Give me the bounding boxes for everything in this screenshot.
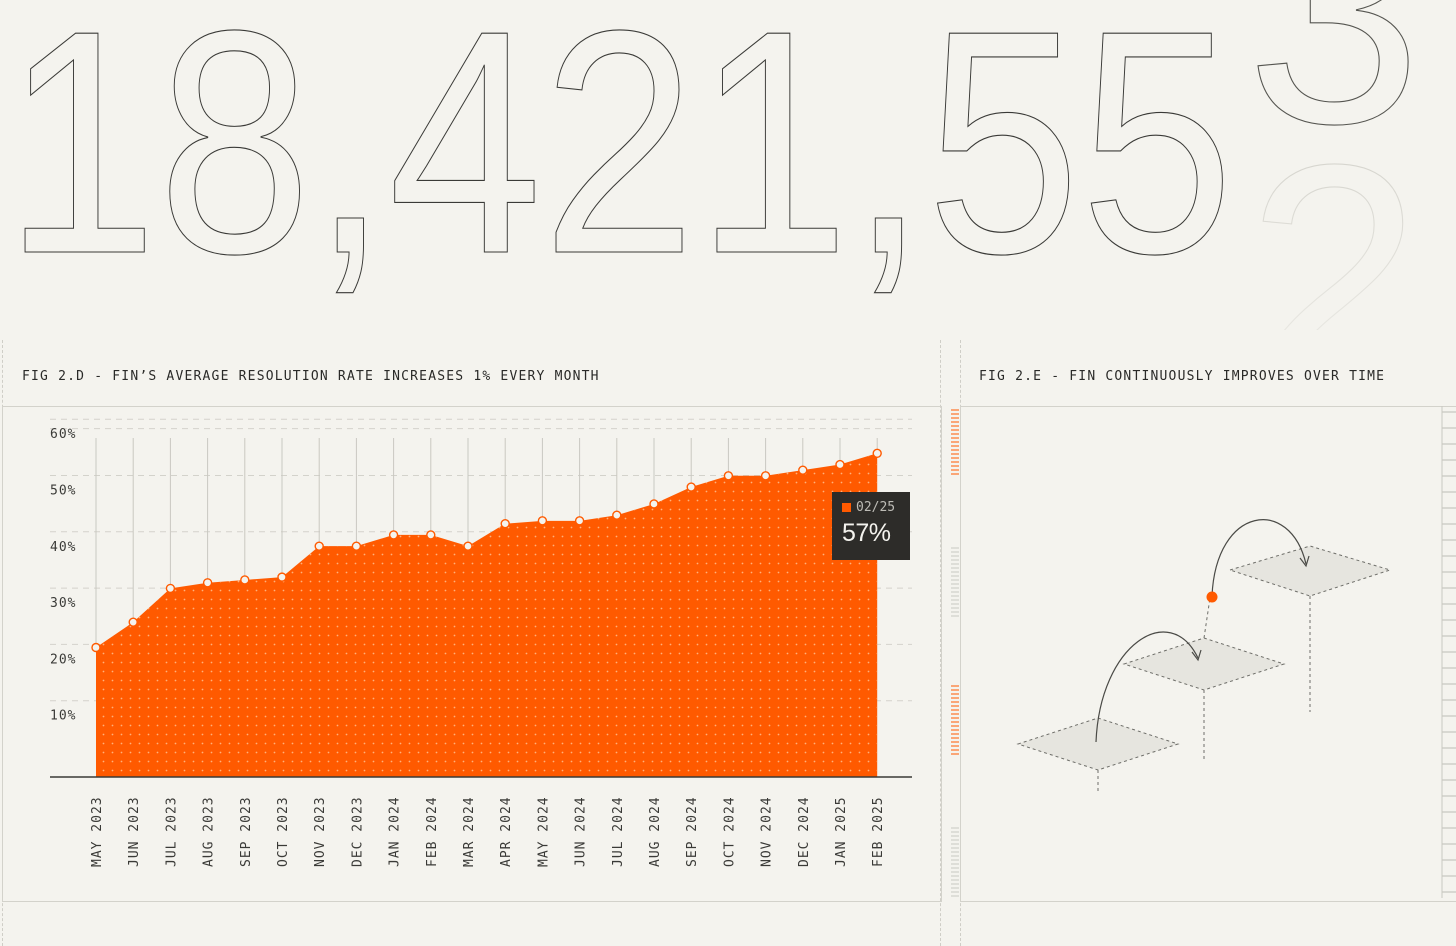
data-point <box>612 510 622 520</box>
figure-e-title: FIG 2.E - FIN CONTINUOUSLY IMPROVES OVER… <box>979 369 1386 384</box>
data-point <box>537 516 548 526</box>
y-tick-label: 20% <box>50 652 76 667</box>
x-tick-label: NOV 2024 <box>760 796 775 867</box>
chart-tooltip: 02/25 57% <box>832 492 910 560</box>
data-point <box>798 465 808 475</box>
x-tick-label: OCT 2024 <box>722 796 737 867</box>
x-tick-label: MAR 2024 <box>462 796 477 867</box>
right-edge-ticks <box>1441 406 1456 898</box>
data-point <box>723 471 734 481</box>
data-point <box>835 459 845 470</box>
y-tick-label: 30% <box>50 596 76 611</box>
x-tick-label: JAN 2024 <box>388 796 403 867</box>
resolution-rate-chart: 10% 20% 30% 40% 50% 60% MAY 2023 JUN 2023 JUL 20… <box>50 418 912 867</box>
data-point <box>91 642 101 653</box>
x-tick-label: JUN 2024 <box>574 796 589 867</box>
x-tick-label: MAY 2023 <box>90 796 105 867</box>
tooltip-value: 57% <box>842 519 891 547</box>
data-point <box>240 575 250 585</box>
x-tick-label: SEP 2023 <box>239 796 254 867</box>
x-tick-label: FEB 2025 <box>871 796 886 867</box>
x-tick-label: JAN 2025 <box>834 796 849 867</box>
x-tick-label: MAY 2024 <box>536 796 551 867</box>
data-point <box>165 583 176 594</box>
x-tick-label: SEP 2024 <box>685 796 700 867</box>
data-point <box>463 541 473 551</box>
x-tick-label: FEB 2024 <box>425 796 440 867</box>
current-position-marker <box>1206 591 1218 603</box>
tooltip-swatch <box>842 503 851 512</box>
data-point <box>314 541 324 551</box>
y-tick-label: 40% <box>50 540 76 555</box>
x-tick-label: OCT 2023 <box>276 796 291 867</box>
data-point <box>128 617 138 627</box>
tooltip-date: 02/25 <box>856 500 896 515</box>
data-point <box>760 471 771 481</box>
x-tick-label: DEC 2023 <box>350 796 365 867</box>
x-tick-label: APR 2024 <box>499 796 514 867</box>
data-point <box>202 578 213 588</box>
data-point <box>686 482 696 492</box>
platform-middle <box>1122 637 1286 691</box>
data-point <box>277 572 287 582</box>
data-point <box>388 530 399 540</box>
x-tick-label: JUL 2024 <box>611 796 626 867</box>
data-point <box>351 541 362 551</box>
platform-upper <box>1228 545 1392 597</box>
x-tick-label: NOV 2023 <box>313 796 328 867</box>
figure-d-title: FIG 2.D - FIN’S AVERAGE RESOLUTION RATE … <box>22 369 600 384</box>
data-point <box>872 448 882 458</box>
data-point <box>574 516 585 526</box>
data-point <box>426 530 436 540</box>
area-dot-texture <box>96 453 878 777</box>
headline-counter: 18,421,55 3 2 <box>3 0 1422 330</box>
platform-middle-stem <box>1203 597 1211 639</box>
data-point <box>500 518 510 529</box>
data-point <box>649 499 659 509</box>
x-tick-label: JUL 2023 <box>164 796 179 867</box>
area-layer <box>96 453 878 777</box>
x-tick-label: DEC 2024 <box>797 796 812 867</box>
y-tick-label: 60% <box>50 427 76 442</box>
scroll-ruler[interactable] <box>950 408 960 900</box>
y-tick-label: 50% <box>50 484 76 499</box>
platform-lower <box>1016 717 1180 771</box>
rolling-digit-bottom: 2 <box>1246 99 1422 330</box>
headline-number: 18,421,55 <box>4 0 1234 320</box>
x-tick-label: AUG 2024 <box>648 796 663 867</box>
improvement-diagram <box>1016 406 1456 898</box>
y-tick-label: 10% <box>50 709 76 724</box>
x-tick-label: JUN 2023 <box>127 796 142 867</box>
x-tick-label: AUG 2023 <box>202 796 217 867</box>
